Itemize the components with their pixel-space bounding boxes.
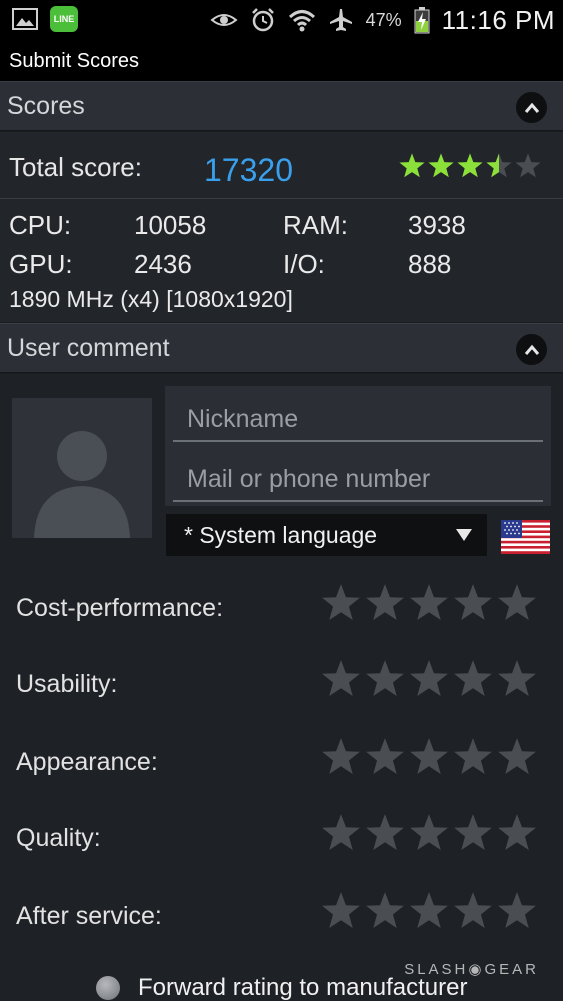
score-divider [0, 198, 563, 199]
rating-star-icon[interactable] [408, 736, 450, 778]
scores-section-header[interactable]: Scores [0, 81, 563, 131]
rating-star-icon[interactable] [364, 582, 406, 624]
action-bar: Submit Scores [0, 40, 563, 81]
language-select[interactable]: * System language [166, 514, 487, 556]
nickname-field-wrapper [173, 392, 543, 442]
ram-value: 3938 [408, 210, 466, 240]
chevron-up-icon [524, 102, 539, 113]
total-score-value: 17320 [204, 152, 293, 188]
wifi-icon [288, 10, 315, 32]
cpu-label: CPU: [9, 210, 72, 240]
rating-star-icon[interactable] [320, 812, 362, 854]
gpu-label: GPU: [9, 249, 73, 279]
rating-label: Usability: [16, 670, 118, 698]
dropdown-arrow-icon [456, 529, 472, 541]
io-label: I/O: [283, 249, 325, 279]
eye-icon [210, 14, 238, 26]
scores-collapse-button[interactable] [516, 92, 547, 123]
rating-star-icon[interactable] [408, 658, 450, 700]
rating-row: Appearance: [0, 736, 563, 786]
airplane-icon [329, 9, 352, 31]
forward-rating-option[interactable]: Forward rating to manufacturer [96, 974, 467, 1001]
rating-star-icon[interactable] [320, 736, 362, 778]
rating-star-icon[interactable] [496, 812, 538, 854]
rating-star-icon[interactable] [496, 658, 538, 700]
rating-row: Cost-performance: [0, 582, 563, 632]
person-silhouette-icon [34, 431, 130, 538]
rating-star-icon[interactable] [408, 890, 450, 932]
star-filled-icon [399, 153, 425, 178]
forward-rating-label: Forward rating to manufacturer [138, 974, 468, 1001]
user-comment-collapse-button[interactable] [516, 334, 547, 365]
rating-star-icon[interactable] [364, 658, 406, 700]
rating-star-icon[interactable] [408, 582, 450, 624]
rating-star-icon[interactable] [452, 890, 494, 932]
star-half-icon [486, 153, 512, 178]
chevron-up-icon [524, 344, 539, 355]
rating-star-icon[interactable] [452, 736, 494, 778]
rating-label: Quality: [16, 824, 101, 852]
rating-star-icon[interactable] [452, 812, 494, 854]
rating-star-bar[interactable] [320, 658, 538, 700]
rating-row: Quality: [0, 812, 563, 862]
rating-star-bar[interactable] [320, 812, 538, 854]
rating-star-bar[interactable] [320, 736, 538, 778]
line-app-icon: LINE [50, 6, 78, 32]
star-filled-icon [428, 153, 454, 178]
rating-star-icon[interactable] [452, 658, 494, 700]
watermark: SLASH◉GEAR [404, 961, 539, 978]
rating-star-icon[interactable] [320, 890, 362, 932]
user-comment-panel: * System language Cost-performance: Usabi… [0, 374, 563, 1001]
rating-row: Usability: [0, 658, 563, 708]
mail-field-wrapper [173, 452, 543, 502]
rating-label: Appearance: [16, 748, 158, 776]
rating-star-bar[interactable] [320, 582, 538, 624]
gallery-icon [12, 8, 38, 30]
rating-star-icon[interactable] [452, 582, 494, 624]
rating-star-icon[interactable] [496, 736, 538, 778]
rating-star-icon[interactable] [364, 890, 406, 932]
rating-label: Cost-performance: [16, 594, 224, 622]
alarm-icon [251, 8, 274, 32]
rating-star-icon[interactable] [496, 582, 538, 624]
total-score-label: Total score: [9, 152, 142, 182]
device-spec-line: 1890 MHz (x4) [1080x1920] [9, 286, 293, 312]
forward-rating-radio[interactable] [96, 976, 120, 1000]
io-value: 888 [408, 249, 452, 279]
avatar[interactable] [12, 398, 152, 538]
user-comment-header-label: User comment [7, 334, 170, 362]
rating-star-bar[interactable] [320, 890, 538, 932]
user-comment-section-header[interactable]: User comment [0, 323, 563, 373]
battery-charging-icon [414, 7, 430, 34]
rating-star-icon[interactable] [364, 812, 406, 854]
ram-label: RAM: [283, 210, 348, 240]
mail-or-phone-input[interactable] [173, 452, 543, 500]
scores-header-label: Scores [7, 92, 85, 120]
rating-star-icon[interactable] [320, 582, 362, 624]
cpu-value: 10058 [134, 210, 207, 240]
gpu-value: 2436 [134, 249, 192, 279]
language-select-value: * System language [184, 521, 378, 548]
scores-panel: Total score: 17320 CPU: 10058 RAM: 3938 … [0, 132, 563, 322]
battery-percent: 47% [365, 9, 402, 30]
rating-star-icon[interactable] [408, 812, 450, 854]
total-score-stars [398, 152, 542, 180]
rating-star-icon[interactable] [320, 658, 362, 700]
star-empty-icon [515, 153, 541, 178]
status-bar: LINE 47% 11:16 PM [0, 0, 563, 40]
star-filled-icon [457, 153, 483, 178]
contact-input-panel [165, 386, 551, 506]
rating-star-icon[interactable] [364, 736, 406, 778]
page-title: Submit Scores [9, 50, 140, 72]
clock: 11:16 PM [441, 4, 555, 35]
rating-star-icon[interactable] [496, 890, 538, 932]
nickname-input[interactable] [173, 392, 543, 440]
rating-row: After service: [0, 890, 563, 940]
us-flag-icon[interactable] [501, 520, 550, 554]
rating-label: After service: [16, 902, 162, 930]
